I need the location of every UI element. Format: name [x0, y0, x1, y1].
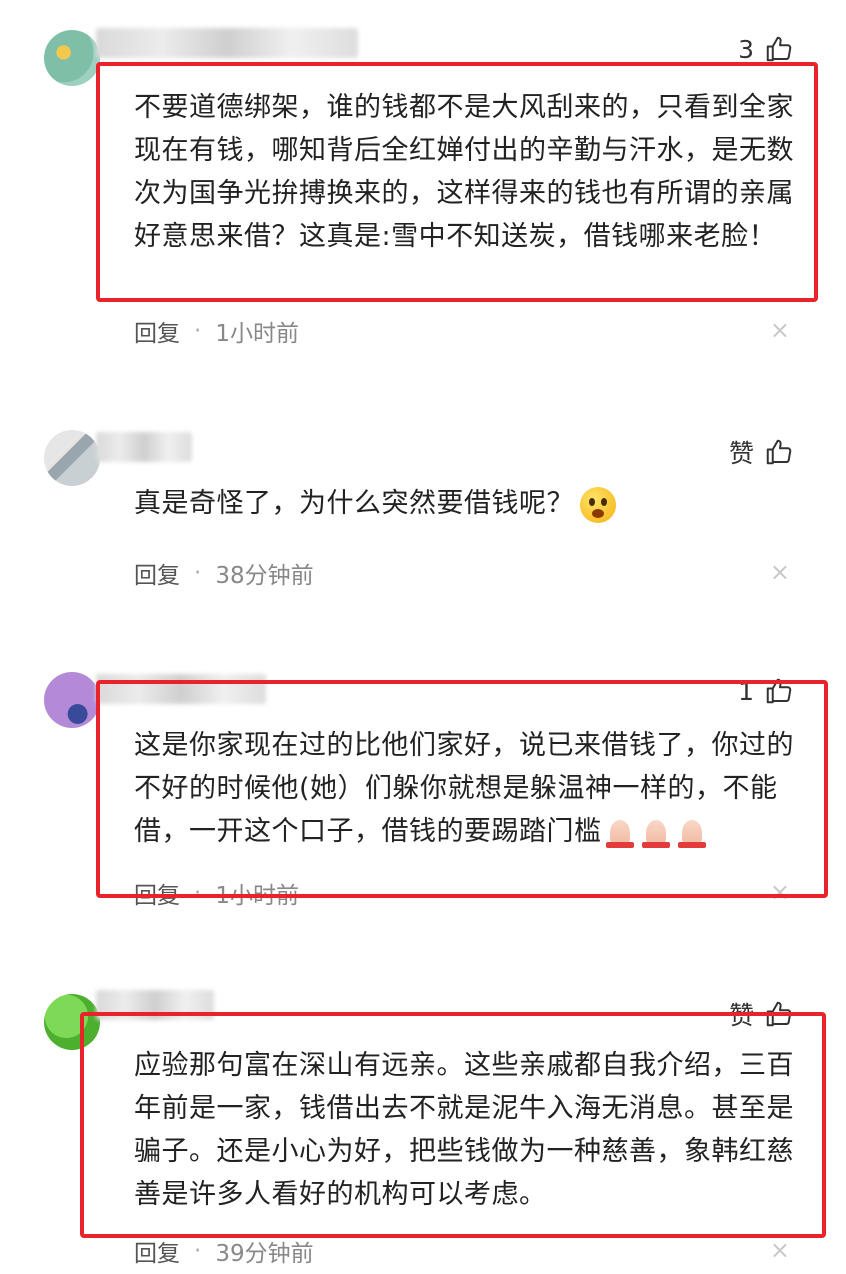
close-icon[interactable]: × — [770, 1236, 790, 1264]
comment-time: 38分钟前 — [215, 563, 314, 589]
reply-button[interactable]: 回复 — [134, 556, 180, 590]
highlight-box — [96, 680, 828, 898]
comment-meta: 回复 · 39分钟前 — [134, 1234, 314, 1268]
comment-meta: 回复 · 38分钟前 — [134, 556, 314, 590]
thinking-face-emoji-icon — [580, 486, 616, 523]
close-icon[interactable]: × — [770, 558, 790, 586]
comment-text-row: 真是奇怪了，为什么突然要借钱呢？ — [134, 482, 794, 525]
username-blurred — [96, 28, 358, 58]
like-button[interactable]: 3 — [738, 34, 794, 64]
thumbs-up-icon — [766, 439, 792, 465]
avatar[interactable] — [44, 30, 100, 86]
comment-text: 真是奇怪了，为什么突然要借钱呢？ — [134, 488, 574, 519]
separator-dot: · — [194, 1238, 202, 1264]
like-button[interactable]: 赞 — [729, 434, 794, 470]
comment-meta: 回复 · 1小时前 — [134, 314, 299, 348]
highlight-box — [96, 62, 818, 302]
comment-time: 1小时前 — [215, 321, 299, 347]
comment-time: 39分钟前 — [215, 1241, 314, 1267]
close-icon[interactable]: × — [770, 316, 790, 344]
separator-dot: · — [194, 560, 202, 586]
separator-dot: · — [194, 318, 202, 344]
avatar[interactable] — [44, 672, 100, 728]
username-blurred — [96, 432, 192, 462]
like-count: 3 — [738, 34, 754, 64]
reply-button[interactable]: 回复 — [134, 314, 180, 348]
avatar[interactable] — [44, 430, 100, 486]
thumbs-up-icon — [766, 36, 792, 62]
like-label: 赞 — [728, 439, 754, 468]
highlight-box — [80, 1012, 826, 1238]
reply-button[interactable]: 回复 — [134, 1234, 180, 1268]
